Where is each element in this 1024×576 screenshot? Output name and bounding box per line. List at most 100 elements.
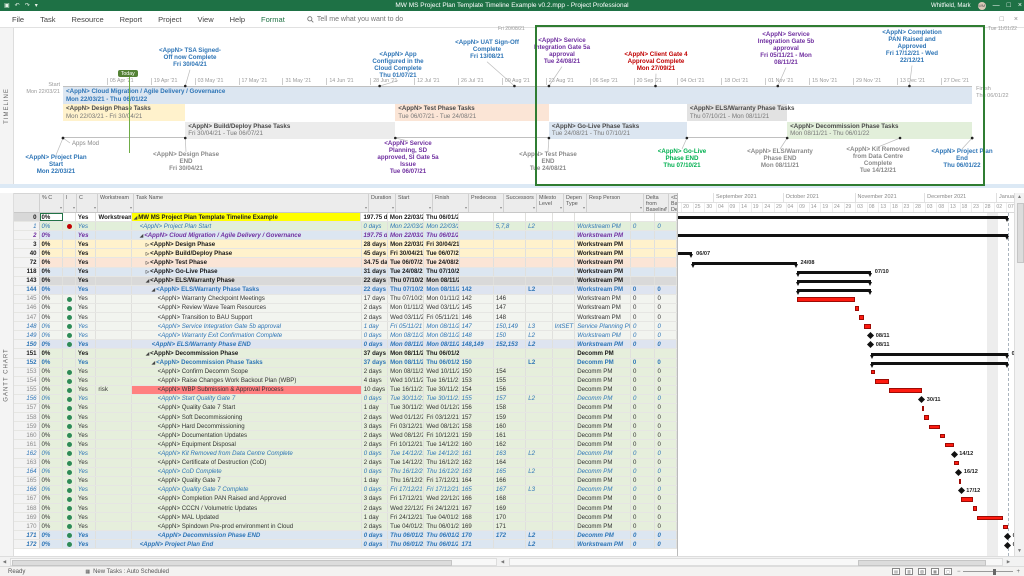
cell-ind[interactable] (63, 440, 76, 448)
cell-resp[interactable]: Workstream PM (575, 268, 631, 276)
cell-num[interactable]: 168 (14, 504, 40, 512)
cell-d1[interactable] (631, 231, 656, 239)
cell-num[interactable]: 153 (14, 368, 40, 376)
summary-bar[interactable] (797, 280, 871, 283)
cell-resp[interactable]: Decomm PM (575, 349, 631, 357)
cell-resp[interactable]: Workstream PM (575, 240, 631, 248)
cell-start[interactable]: Mon 22/03/21 (388, 240, 424, 248)
cell-ind[interactable] (63, 277, 76, 285)
cell-start[interactable]: Mon 22/03/21 (388, 213, 424, 221)
vertical-scroll-thumb[interactable] (1017, 203, 1024, 263)
cell-c[interactable]: Yes (76, 258, 97, 266)
cell-c[interactable]: Yes (76, 495, 97, 503)
cell-d1[interactable]: 0 (631, 440, 656, 448)
cell-d1[interactable]: 0 (631, 331, 656, 339)
table-row[interactable]: 1720%Yes<AppN> Project Plan End0 daysThu… (14, 540, 677, 549)
cell-d2[interactable]: 0 (655, 340, 677, 348)
ribbon-tab-project[interactable]: Project (150, 13, 189, 26)
cell-start[interactable]: Fri 05/11/21 (388, 322, 424, 330)
cell-ind[interactable] (63, 459, 76, 467)
cell-finish[interactable]: Wed 10/11/21 (424, 368, 459, 376)
cell-d2[interactable]: 0 (655, 440, 677, 448)
cell-name[interactable]: <AppN> Start Quality Gate 7 (132, 395, 362, 403)
filter-arrow-icon[interactable]: ▾ (94, 205, 96, 211)
table-row[interactable]: 1550%Yesrisk<AppN> WBP Submission & Appr… (14, 386, 677, 395)
table-row[interactable]: 400%Yes▷<AppN> Build/Deploy Phase45 days… (14, 249, 677, 258)
cell-pct[interactable]: 0% (40, 486, 64, 494)
cell-pred[interactable] (460, 240, 494, 248)
cell-dur[interactable]: 0 days (362, 340, 388, 348)
cell-ws[interactable] (96, 240, 131, 248)
save-icon[interactable]: ▣ (4, 2, 10, 9)
column-header-start[interactable]: Start▾ (396, 194, 433, 212)
cell-dur[interactable]: 34.75 days (362, 258, 388, 266)
cell-finish[interactable]: Mon 08/11/21 (424, 331, 459, 339)
column-header-pct[interactable]: % C▾ (40, 194, 64, 212)
cell-d1[interactable]: 0 (631, 404, 656, 412)
cell-succ[interactable]: 148 (494, 313, 526, 321)
redo-icon[interactable]: ↷ (25, 2, 30, 9)
cell-lvl[interactable]: L2 (526, 540, 552, 548)
cell-pct[interactable]: 0% (40, 304, 64, 312)
cell-finish[interactable]: Thu 07/10/21 (424, 268, 459, 276)
cell-d2[interactable]: 0 (655, 286, 677, 294)
cell-pct[interactable]: 0% (40, 231, 64, 239)
cell-start[interactable]: Tue 30/11/21 (388, 395, 424, 403)
cell-finish[interactable]: Mon 08/11/21 (424, 322, 459, 330)
summary-bar[interactable] (871, 353, 1008, 356)
cell-name[interactable]: <AppN> Equipment Disposal (132, 440, 362, 448)
cell-num[interactable]: 161 (14, 440, 40, 448)
cell-num[interactable]: 171 (14, 531, 40, 539)
cell-finish[interactable]: Tue 04/01/22 (424, 513, 459, 521)
table-row[interactable]: 720%Yes▷<AppN> Test Phase34.75 daysTue 0… (14, 258, 677, 267)
cell-dur[interactable]: 22 days (362, 277, 388, 285)
cell-pred[interactable]: 170 (460, 531, 494, 539)
cell-pct[interactable]: 0% (40, 531, 64, 539)
cell-resp[interactable]: Workstream PM (575, 304, 631, 312)
ribbon-tab-report[interactable]: Report (112, 13, 151, 26)
cell-dur[interactable]: 1 day (362, 322, 388, 330)
cell-lvl[interactable] (526, 231, 552, 239)
cell-resp[interactable]: Workstream PM (575, 313, 631, 321)
cell-c[interactable]: Yes (76, 404, 97, 412)
cell-lvl[interactable] (526, 313, 552, 321)
cell-d1[interactable] (631, 349, 656, 357)
cell-name[interactable]: ◢<AppN> Cloud Migration / Agile Delivery… (132, 231, 362, 239)
cell-ws[interactable] (96, 513, 131, 521)
cell-pct[interactable]: 0% (40, 249, 64, 257)
cell-resp[interactable]: Workstream PM (575, 249, 631, 257)
resource-sheet-view-icon[interactable]: ▦ (931, 568, 939, 575)
cell-c[interactable]: Yes (76, 304, 97, 312)
cell-d1[interactable]: 0 (631, 459, 656, 467)
cell-lvl[interactable]: L2 (526, 222, 552, 230)
cell-succ[interactable]: 169 (494, 504, 526, 512)
cell-lvl[interactable]: L2 (526, 468, 552, 476)
cell-ws[interactable] (96, 495, 131, 503)
cell-resp[interactable]: Decomm PM (575, 459, 631, 467)
cell-name[interactable]: <AppN> Kit Removed from Data Centre Comp… (132, 449, 362, 457)
cell-finish[interactable]: Tue 30/11/21 (424, 386, 459, 394)
cell-pct[interactable]: 0% (40, 495, 64, 503)
cell-lvl[interactable] (526, 504, 552, 512)
cell-c[interactable]: Yes (76, 504, 97, 512)
cell-c[interactable]: Yes (76, 413, 97, 421)
cell-d2[interactable]: 0 (655, 431, 677, 439)
ribbon-tab-task[interactable]: Task (32, 13, 63, 26)
filter-arrow-icon[interactable]: ▾ (500, 205, 502, 211)
cell-d1[interactable]: 0 (631, 359, 656, 367)
cell-dur[interactable]: 22 days (362, 286, 388, 294)
ribbon-options-icon[interactable]: □ (1000, 16, 1004, 23)
cell-c[interactable]: Yes (76, 231, 97, 239)
cell-name[interactable]: <AppN> Warranty Exit Confirmation Comple… (132, 331, 362, 339)
cell-succ[interactable]: 168 (494, 495, 526, 503)
table-row[interactable]: 1500%Yes<AppN> ELS/Warranty Phase END0 d… (14, 340, 677, 349)
cell-c[interactable]: Yes (76, 340, 97, 348)
table-row[interactable]: 1430%Yes◢<AppN> ELS/Warranty Phase22 day… (14, 277, 677, 286)
team-planner-view-icon[interactable]: ▧ (918, 568, 926, 575)
cell-resp[interactable]: Decomm PM (575, 531, 631, 539)
cell-dur[interactable]: 197.75 days (362, 231, 388, 239)
critical-task-bar[interactable] (973, 506, 978, 511)
cell-ind[interactable] (63, 486, 76, 494)
cell-ws[interactable] (96, 313, 131, 321)
cell-d1[interactable]: 0 (631, 413, 656, 421)
